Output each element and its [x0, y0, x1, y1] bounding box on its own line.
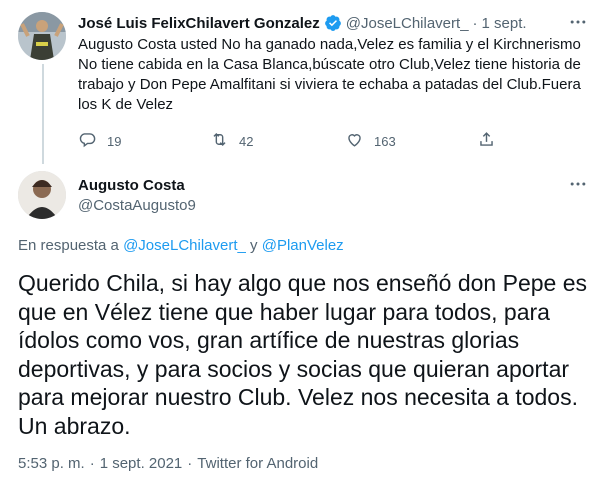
tweet1-header: José Luis FelixChilavert Gonzalez @JoseL… — [78, 14, 527, 32]
verified-badge-icon — [324, 14, 342, 32]
tweet-text: Querido Chila, si hay algo que nos enseñ… — [18, 270, 588, 439]
reply-count: 19 — [107, 133, 122, 149]
retweet-action[interactable]: 42 — [210, 130, 253, 152]
mention-link[interactable]: @JoseLChilavert_ — [123, 237, 246, 254]
separator: · — [472, 14, 478, 32]
tweet-text: Augusto Costa usted No ha ganado nada,Ve… — [78, 36, 581, 113]
tweet-source[interactable]: Twitter for Android — [197, 455, 318, 472]
separator: · — [89, 455, 95, 472]
handle[interactable]: @CostaAugusto9 — [78, 197, 196, 214]
reply-conjunction: y — [250, 237, 258, 254]
display-name[interactable]: José Luis FelixChilavert Gonzalez — [78, 15, 320, 32]
retweet-icon[interactable] — [210, 130, 229, 152]
thread-line — [42, 64, 44, 164]
reply-action[interactable]: 19 — [78, 130, 121, 152]
more-options-icon[interactable] — [568, 174, 588, 194]
share-icon[interactable] — [477, 130, 496, 154]
like-action[interactable]: 163 — [345, 130, 396, 152]
tweet-meta: 5:53 p. m. · 1 sept. 2021 · Twitter for … — [18, 455, 318, 472]
avatar[interactable] — [18, 12, 66, 60]
separator: · — [187, 455, 193, 472]
avatar[interactable] — [18, 171, 66, 219]
more-options-icon[interactable] — [568, 12, 588, 32]
tweet2-author: Augusto Costa @CostaAugusto9 — [78, 177, 196, 214]
reply-prefix: En respuesta a — [18, 237, 119, 254]
reply-context: En respuesta a @JoseLChilavert_ y @PlanV… — [18, 237, 344, 254]
retweet-count: 42 — [239, 133, 254, 149]
handle[interactable]: @JoseLChilavert_ — [346, 15, 469, 32]
tweet-date[interactable]: 1 sept. — [482, 15, 527, 32]
like-count: 163 — [374, 133, 396, 149]
reply-icon[interactable] — [78, 130, 97, 152]
heart-icon[interactable] — [345, 130, 364, 152]
tweet-date[interactable]: 1 sept. 2021 — [100, 455, 183, 472]
display-name[interactable]: Augusto Costa — [78, 177, 196, 194]
mention-link[interactable]: @PlanVelez — [262, 237, 344, 254]
tweet-time[interactable]: 5:53 p. m. — [18, 455, 85, 472]
